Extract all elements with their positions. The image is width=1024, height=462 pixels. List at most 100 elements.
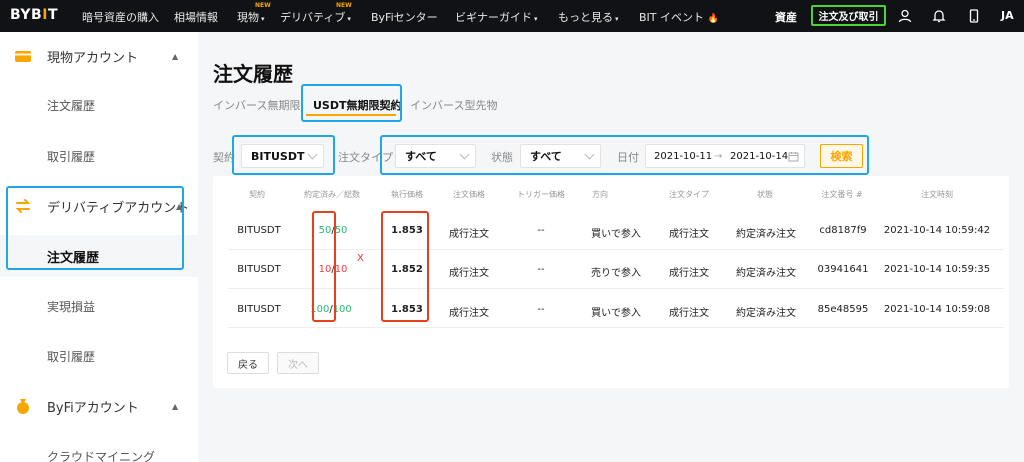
column-header-order-id: 注文番号 #	[821, 190, 863, 199]
chevron-down-icon	[459, 149, 470, 160]
nav-beginner-guide[interactable]: ビギナーガイド ▾	[455, 9, 538, 25]
sidebar-item-derivatives-trade-history[interactable]: 取引履歴	[0, 335, 198, 377]
new-badge: NEW	[336, 2, 352, 9]
wallet-icon	[15, 51, 31, 62]
cell-order-id: 03941641	[817, 264, 869, 275]
prev-page-button[interactable]: 戻る	[227, 352, 269, 374]
order-type-filter-label: 注文タイプ	[338, 151, 393, 164]
cell-order-time: 2021-10-14 10:59:08	[883, 304, 991, 315]
moneybag-icon	[17, 399, 29, 414]
language-selector[interactable]: JA	[1001, 9, 1014, 22]
cell-contract: BITUSDT	[237, 304, 281, 315]
annotation-x-mark: X	[357, 253, 364, 264]
column-header-contract: 契約	[249, 190, 265, 199]
nav-assets[interactable]: 資産	[775, 9, 797, 25]
top-navbar: BYBIT 暗号資産の購入 相場情報 現物 ▾ NEW デリバティブ ▾ NEW B…	[0, 0, 1024, 32]
cell-trigger-price: --	[537, 264, 545, 275]
chevron-up-icon: ▲	[172, 51, 179, 61]
cell-order-id: cd8187f9	[819, 225, 867, 236]
contract-filter-label: 契約	[213, 151, 235, 164]
cell-order-time: 2021-10-14 10:59:42	[883, 225, 991, 236]
bybit-logo[interactable]: BYBIT	[10, 7, 58, 23]
cell-exec-price: 1.853	[391, 225, 423, 236]
cell-filled-total: 50/50	[318, 225, 348, 236]
new-badge: NEW	[255, 2, 271, 9]
chevron-up-icon: ▲	[172, 401, 179, 411]
cell-side: 買いで参入	[591, 229, 641, 240]
swap-icon	[15, 199, 31, 213]
column-header-trigger-price: トリガー価格	[517, 190, 565, 199]
tab-inverse-futures[interactable]: インバース型先物	[410, 97, 497, 113]
chevron-up-icon: ▲	[176, 201, 183, 211]
nav-buy-crypto[interactable]: 暗号資産の購入	[82, 9, 159, 25]
user-icon[interactable]	[897, 8, 913, 24]
status-filter-label: 状態	[491, 151, 513, 164]
cell-order-price: 成行注文	[449, 229, 489, 240]
nav-derivatives[interactable]: デリバティブ ▾ NEW	[280, 2, 352, 25]
nav-more[interactable]: もっと見る ▾	[558, 9, 619, 25]
chevron-down-icon	[584, 149, 595, 160]
sidebar-item-spot-trade-history[interactable]: 取引履歴	[0, 135, 198, 177]
date-from[interactable]: 2021-10-11	[654, 151, 712, 162]
cell-filled-total: 100/100	[310, 304, 352, 315]
nav-bit-event[interactable]: BIT イベント 🔥	[639, 9, 719, 25]
order-type-select[interactable]: すべて	[395, 144, 476, 168]
page-title: 注文履歴	[213, 62, 293, 86]
sidebar-item-derivatives-order-history[interactable]: 注文履歴	[0, 235, 198, 277]
chevron-down-icon: ▾	[534, 15, 538, 23]
date-to[interactable]: 2021-10-14	[730, 151, 788, 162]
column-header-order-price: 注文価格	[453, 190, 485, 199]
cell-side: 売りで参入	[591, 268, 641, 279]
cell-exec-price: 1.852	[391, 264, 423, 275]
cell-filled-total: 10/10	[318, 264, 348, 275]
cell-trigger-price: --	[537, 304, 545, 315]
column-header-status: 状態	[757, 190, 773, 199]
column-header-order-time: 注文時刻	[921, 190, 953, 199]
logo-text-end: T	[47, 7, 58, 23]
cell-order-type: 成行注文	[669, 268, 709, 279]
mobile-icon[interactable]	[966, 8, 982, 24]
sidebar-group-derivatives-account[interactable]: デリバティブアカウント ▲	[0, 184, 198, 228]
cell-exec-price: 1.853	[391, 304, 423, 315]
sidebar-item-spot-order-history[interactable]: 注文履歴	[0, 84, 198, 126]
next-page-button[interactable]: 次へ	[277, 352, 319, 374]
column-header-side: 方向	[592, 190, 608, 199]
status-select[interactable]: すべて	[520, 144, 601, 168]
tab-inverse-perpetual[interactable]: インバース無期限	[213, 97, 300, 113]
fire-icon: 🔥	[707, 14, 719, 24]
chevron-down-icon: ▾	[347, 15, 351, 23]
column-header-exec-price: 執行価格	[391, 190, 423, 199]
column-header-filled-total: 約定済み／総数	[304, 190, 360, 199]
cell-status: 約定済み注文	[736, 268, 796, 279]
nav-markets[interactable]: 相場情報	[174, 9, 218, 25]
sidebar-item-realized-pnl[interactable]: 実現損益	[0, 285, 198, 327]
cell-side: 買いで参入	[591, 308, 641, 319]
logo-text: BYB	[10, 7, 43, 23]
bell-icon[interactable]	[931, 8, 947, 24]
sidebar-group-byfi-account[interactable]: ByFiアカウント ▲	[0, 384, 198, 428]
nav-spot[interactable]: 現物 ▾ NEW	[237, 2, 271, 25]
sidebar-item-cloud-mining[interactable]: クラウドマイニング	[0, 435, 198, 462]
cell-contract: BITUSDT	[237, 225, 281, 236]
search-button[interactable]: 検索	[820, 144, 863, 168]
date-range-picker[interactable]: 2021-10-11 → 2021-10-14	[645, 144, 805, 168]
cell-order-id: 85e48595	[817, 304, 869, 315]
chevron-down-icon	[307, 149, 318, 160]
cell-status: 約定済み注文	[736, 229, 796, 240]
cell-order-type: 成行注文	[669, 308, 709, 319]
chevron-down-icon: ▾	[261, 15, 265, 23]
chevron-down-icon: ▾	[615, 15, 619, 23]
nav-byfi-center[interactable]: ByFiセンター	[371, 9, 438, 25]
arrow-right-icon: →	[714, 151, 723, 162]
tab-usdt-perpetual[interactable]: USDT無期限契約	[313, 97, 402, 113]
orders-trades-button[interactable]: 注文及び取引	[811, 5, 886, 26]
calendar-icon	[788, 152, 799, 162]
sidebar-group-spot-account[interactable]: 現物アカウント ▲	[0, 34, 198, 78]
contract-select[interactable]: BITUSDT	[241, 144, 324, 168]
column-header-order-type: 注文タイプ	[669, 190, 709, 199]
cell-contract: BITUSDT	[237, 264, 281, 275]
sidebar: 現物アカウント ▲ 注文履歴 取引履歴 デリバティブアカウント ▲ 注文履歴 実…	[0, 32, 198, 462]
cell-order-time: 2021-10-14 10:59:35	[883, 264, 991, 275]
date-filter-label: 日付	[617, 151, 639, 164]
cell-order-price: 成行注文	[449, 268, 489, 279]
